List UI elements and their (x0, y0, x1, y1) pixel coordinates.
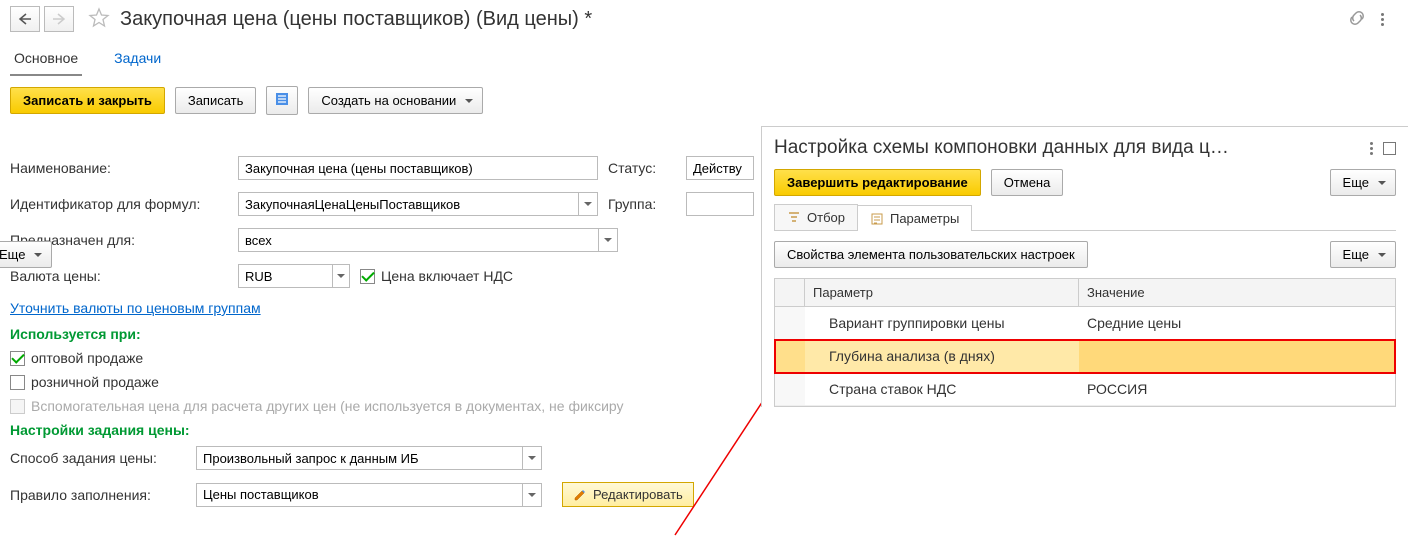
status-field[interactable] (686, 156, 754, 180)
purpose-field[interactable] (238, 228, 618, 252)
method-field[interactable] (196, 446, 542, 470)
grid-indicator-col (775, 279, 805, 306)
popup-sub-more-button[interactable]: Еще (1330, 241, 1396, 268)
popup-more-button[interactable]: Еще (1330, 169, 1396, 196)
params-icon (870, 212, 884, 226)
status-input[interactable] (687, 157, 753, 179)
list-icon (274, 91, 290, 107)
nav-back-button[interactable] (10, 6, 40, 32)
favorite-star-icon[interactable] (88, 7, 110, 32)
kebab-menu-icon[interactable] (1381, 13, 1384, 26)
grid-row[interactable]: Вариант группировки цены Средние цены (775, 307, 1395, 340)
clarify-link[interactable]: Уточнить валюты по ценовым группам (10, 300, 261, 316)
id-dropdown-icon[interactable] (578, 193, 597, 215)
popup-title: Настройка схемы компоновки данных для ви… (774, 137, 1360, 159)
currency-label: Валюта цены: (10, 268, 228, 284)
currency-dropdown-icon[interactable] (332, 265, 349, 287)
group-field[interactable] (686, 192, 754, 216)
page-title: Закупочная цена (цены поставщиков) (Вид … (120, 8, 1347, 31)
arrow-left-icon (18, 13, 32, 25)
name-input[interactable] (239, 157, 597, 179)
id-field[interactable] (238, 192, 598, 216)
list-button[interactable] (266, 86, 298, 115)
method-input[interactable] (197, 447, 522, 469)
name-field[interactable] (238, 156, 598, 180)
retail-label: розничной продаже (31, 374, 159, 390)
params-grid: Параметр Значение Вариант группировки це… (774, 278, 1396, 407)
vat-checkbox[interactable] (360, 269, 375, 284)
rule-field[interactable] (196, 483, 542, 507)
grid-row[interactable]: Страна ставок НДС РОССИЯ (775, 373, 1395, 406)
nav-tabs: Основное Задачи (0, 36, 1408, 76)
name-label: Наименование: (10, 160, 228, 176)
popup-kebab-icon[interactable] (1370, 142, 1373, 155)
rule-dropdown-icon[interactable] (522, 484, 541, 506)
finish-edit-button[interactable]: Завершить редактирование (774, 169, 981, 196)
rule-label: Правило заполнения: (10, 487, 186, 503)
tab-filter[interactable]: Отбор (774, 204, 858, 230)
currency-input[interactable] (239, 265, 332, 287)
edit-button[interactable]: Редактировать (562, 482, 694, 507)
filter-icon (787, 211, 801, 225)
vat-label: Цена включает НДС (381, 268, 513, 284)
method-label: Способ задания цены: (10, 450, 186, 466)
rule-input[interactable] (197, 484, 522, 506)
tab-tasks[interactable]: Задачи (110, 44, 165, 76)
pencil-icon (573, 488, 587, 502)
props-button[interactable]: Свойства элемента пользовательских настр… (774, 241, 1088, 268)
status-label: Статус: (608, 160, 676, 176)
maximize-icon[interactable] (1383, 142, 1396, 155)
tab-main[interactable]: Основное (10, 44, 82, 76)
more-button[interactable]: Еще (0, 241, 52, 268)
save-button[interactable]: Записать (175, 87, 257, 114)
settings-section-header: Настройки задания цены: (10, 422, 1398, 438)
save-close-button[interactable]: Записать и закрыть (10, 87, 165, 114)
cancel-button[interactable]: Отмена (991, 169, 1064, 196)
opt-label: оптовой продаже (31, 350, 143, 366)
purpose-dropdown-icon[interactable] (598, 229, 617, 251)
nav-fwd-button[interactable] (44, 6, 74, 32)
grid-row-selected[interactable]: Глубина анализа (в днях) (775, 340, 1395, 373)
group-label: Группа: (608, 196, 676, 212)
group-input[interactable] (687, 193, 753, 215)
id-input[interactable] (239, 193, 578, 215)
aux-label: Вспомогательная цена для расчета других … (31, 398, 624, 414)
create-from-button[interactable]: Создать на основании (308, 87, 483, 114)
grid-col-value: Значение (1079, 279, 1395, 306)
link-icon[interactable] (1347, 8, 1367, 31)
id-label: Идентификатор для формул: (10, 196, 228, 212)
currency-field[interactable] (238, 264, 350, 288)
purpose-input[interactable] (239, 229, 598, 251)
aux-checkbox (10, 399, 25, 414)
popup-tabs: Отбор Параметры (774, 204, 1396, 231)
retail-checkbox[interactable] (10, 375, 25, 390)
method-dropdown-icon[interactable] (522, 447, 541, 469)
tab-params[interactable]: Параметры (857, 205, 972, 231)
grid-col-param: Параметр (805, 279, 1079, 306)
arrow-right-icon (52, 13, 66, 25)
opt-checkbox[interactable] (10, 351, 25, 366)
popup-panel: Настройка схемы компоновки данных для ви… (761, 126, 1408, 407)
